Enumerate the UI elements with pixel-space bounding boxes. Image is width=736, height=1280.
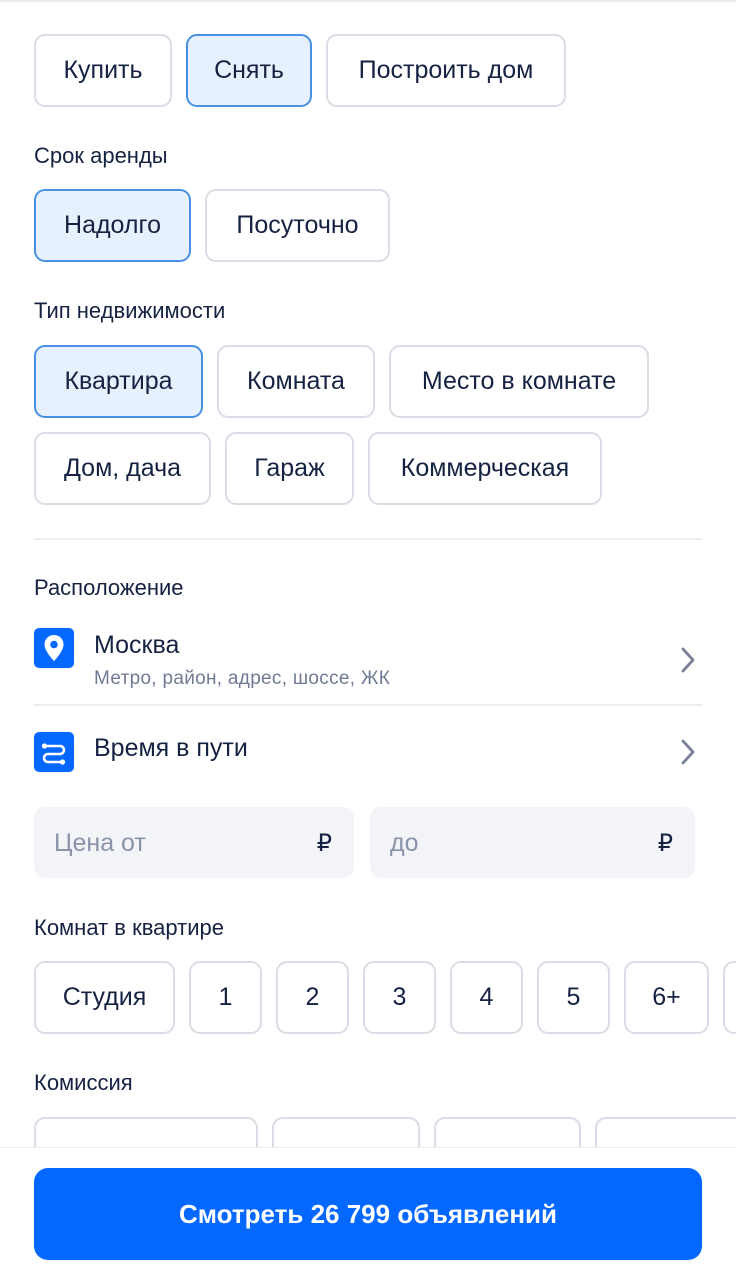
price-to-input[interactable]: до ₽ [370, 807, 695, 878]
deal-buy-chip[interactable]: Купить [34, 34, 172, 107]
rooms-4-chip[interactable]: 4 [450, 961, 523, 1034]
location-city-row[interactable]: Москва Метро, район, адрес, шоссе, ЖК [34, 626, 702, 704]
location-divider [34, 704, 702, 706]
route-icon [34, 732, 74, 772]
location-city: Москва [94, 631, 180, 659]
rooms-6plus-chip[interactable]: 6+ [624, 961, 709, 1034]
location-label: Расположение [34, 575, 184, 600]
rooms-next-chip-partial[interactable] [723, 961, 736, 1034]
ruble-icon: ₽ [657, 830, 673, 857]
deal-build-house-chip[interactable]: Построить дом [326, 34, 566, 107]
rooms-label: Комнат в квартире [34, 915, 224, 940]
rent-term-group: Надолго Посуточно [34, 189, 390, 262]
rooms-5-chip[interactable]: 5 [537, 961, 610, 1034]
travel-time-label: Время в пути [94, 734, 248, 762]
rooms-1-chip[interactable]: 1 [189, 961, 262, 1034]
commission-label: Комиссия [34, 1070, 133, 1095]
price-from-input[interactable]: Цена от ₽ [34, 807, 354, 878]
travel-time-row[interactable]: Время в пути [34, 728, 702, 778]
chevron-right-icon [681, 647, 695, 673]
bottom-action-bar: Смотреть 26 799 объявлений [0, 1147, 736, 1280]
price-from-placeholder: Цена от [54, 829, 146, 857]
deal-rent-chip[interactable]: Снять [186, 34, 312, 107]
rooms-2-chip[interactable]: 2 [276, 961, 349, 1034]
rent-daily-chip[interactable]: Посуточно [205, 189, 390, 262]
location-hint: Метро, район, адрес, шоссе, ЖК [94, 668, 391, 689]
property-room-share-chip[interactable]: Место в комнате [389, 345, 649, 418]
rooms-group: Студия 1 2 3 4 5 6+ [34, 961, 736, 1034]
deal-type-group: Купить Снять Построить дом [34, 34, 566, 107]
chevron-right-icon [681, 739, 695, 765]
property-house-chip[interactable]: Дом, дача [34, 432, 211, 505]
rooms-studio-chip[interactable]: Студия [34, 961, 175, 1034]
rent-long-term-chip[interactable]: Надолго [34, 189, 191, 262]
property-apartment-chip[interactable]: Квартира [34, 345, 203, 418]
property-room-chip[interactable]: Комната [217, 345, 375, 418]
rent-term-label: Срок аренды [34, 143, 168, 168]
property-type-row-1: Квартира Комната Место в комнате [34, 345, 649, 418]
property-type-row-2: Дом, дача Гараж Коммерческая [34, 432, 602, 505]
price-to-placeholder: до [390, 829, 419, 857]
section-divider [34, 538, 702, 540]
map-pin-icon [34, 628, 74, 668]
rooms-3-chip[interactable]: 3 [363, 961, 436, 1034]
top-divider [0, 0, 736, 2]
ruble-icon: ₽ [316, 830, 332, 857]
show-listings-button[interactable]: Смотреть 26 799 объявлений [34, 1168, 702, 1260]
property-garage-chip[interactable]: Гараж [225, 432, 354, 505]
property-commercial-chip[interactable]: Коммерческая [368, 432, 602, 505]
property-type-label: Тип недвижимости [34, 298, 226, 323]
